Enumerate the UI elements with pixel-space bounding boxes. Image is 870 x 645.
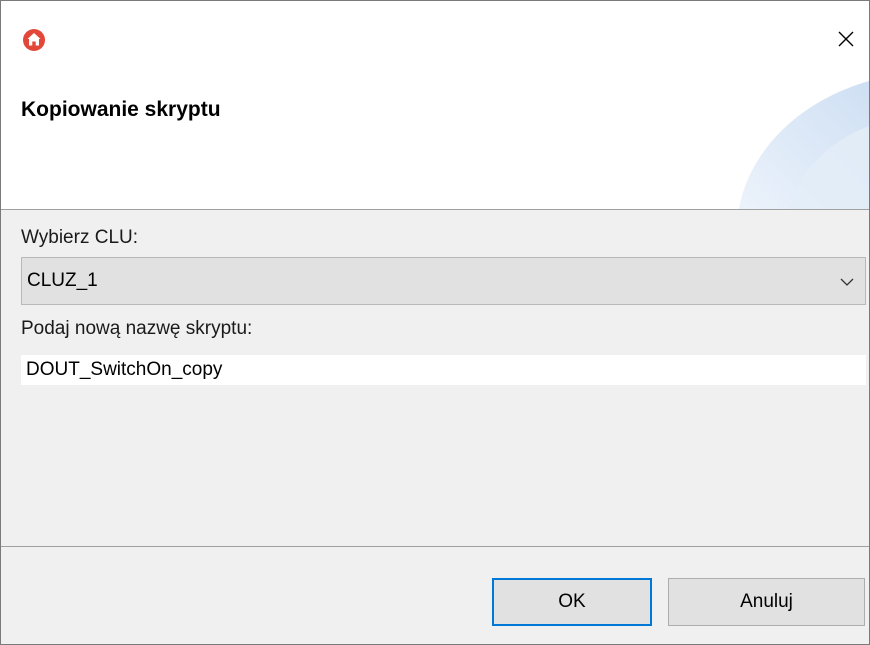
title-bar: [1, 1, 869, 81]
header-decoration: [739, 81, 869, 209]
chevron-down-icon: [839, 274, 855, 290]
dialog-header: Kopiowanie skryptu: [1, 81, 869, 209]
cancel-button[interactable]: Anuluj: [668, 578, 865, 626]
home-icon: [22, 28, 46, 52]
script-name-label: Podaj nową nazwę skryptu:: [21, 318, 253, 339]
dialog-window: Kopiowanie skryptu Wybierz CLU: CLUZ_1 P…: [0, 0, 870, 645]
dialog-content: Wybierz CLU: CLUZ_1 Podaj nową nazwę skr…: [1, 210, 869, 546]
clu-select-value: CLUZ_1: [27, 270, 98, 291]
clu-select[interactable]: CLUZ_1: [21, 257, 866, 305]
ok-button[interactable]: OK: [492, 578, 652, 626]
script-name-input[interactable]: [21, 355, 866, 385]
dialog-title: Kopiowanie skryptu: [21, 98, 221, 121]
clu-label: Wybierz CLU:: [21, 227, 139, 248]
dialog-footer: OK Anuluj: [1, 547, 869, 644]
close-icon: [837, 30, 855, 53]
close-button[interactable]: [823, 19, 869, 63]
